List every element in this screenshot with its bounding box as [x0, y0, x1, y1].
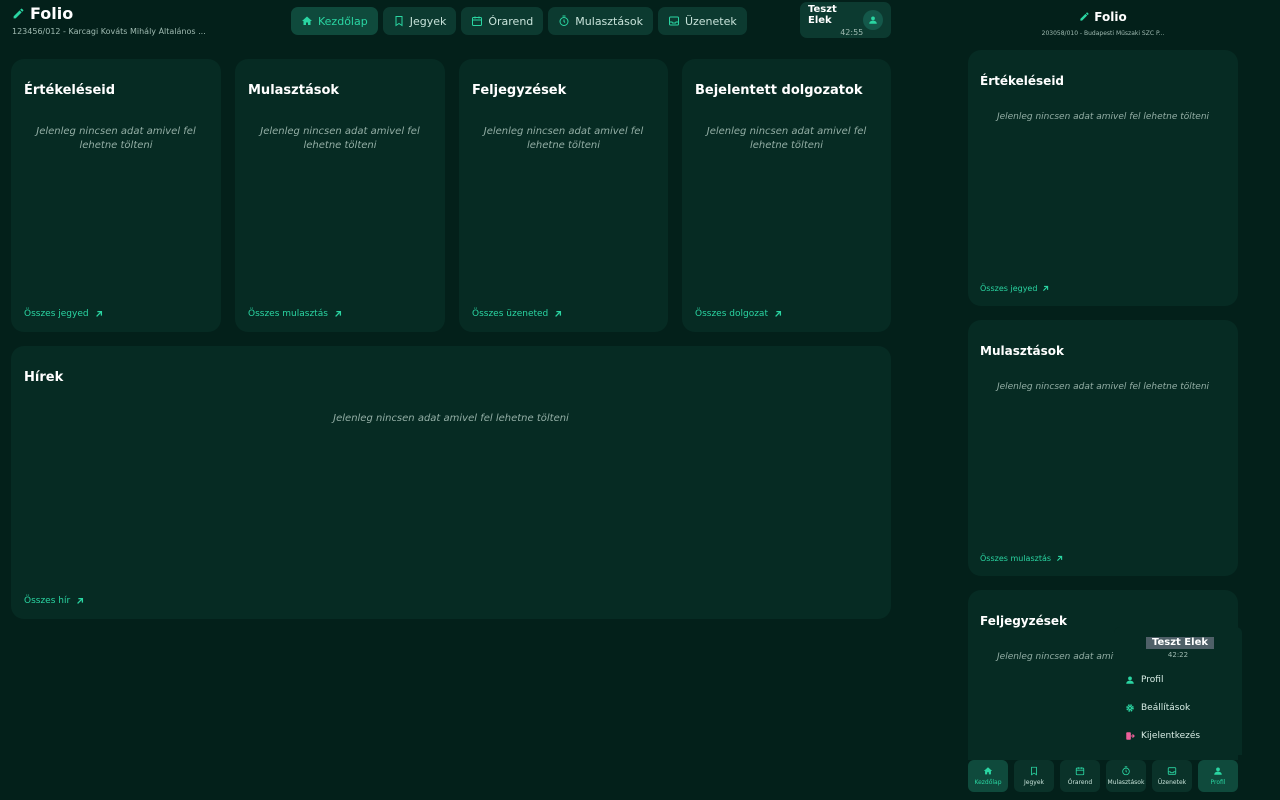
pencil-icon: [13, 8, 24, 19]
avatar: [863, 10, 883, 30]
mobile-nav-home[interactable]: Kezdőlap: [968, 760, 1008, 792]
card-title: Mulasztások: [980, 344, 1065, 358]
arrow-up-right-icon: [1057, 555, 1063, 561]
mobile-absences-card: Mulasztások Jelenleg nincsen adat amivel…: [968, 320, 1238, 576]
session-timer: 42:55: [840, 27, 864, 37]
notes-card: Feljegyzések Jelenleg nincsen adat amive…: [459, 59, 668, 332]
arrow-up-right-icon: [775, 310, 782, 317]
pencil-icon: [1080, 12, 1089, 21]
user-popover-menu: Teszt Elek 42:22 Profil Beállítások Kije…: [1114, 627, 1242, 755]
menu-item-profile[interactable]: Profil: [1125, 675, 1163, 685]
card-title: Mulasztások: [248, 83, 340, 98]
all-absences-link[interactable]: Összes mulasztás: [248, 309, 342, 319]
empty-state: Jelenleg nincsen adat amivel fel lehetne…: [996, 112, 1210, 122]
mobile-grades-card: Értékeléseid Jelenleg nincsen adat amive…: [968, 50, 1238, 306]
mobile-brand: Folio 203058/010 - Budapesti Műszaki SZC…: [968, 7, 1238, 38]
stopwatch-icon: [1122, 766, 1130, 776]
home-icon: [983, 767, 993, 775]
nav-absences[interactable]: Mulasztások: [548, 7, 653, 35]
news-card: Hírek Jelenleg nincsen adat amivel fel l…: [11, 346, 891, 619]
nav-grades[interactable]: Jegyek: [382, 7, 457, 35]
user-icon: [1126, 676, 1134, 684]
user-name: Teszt Elek: [808, 3, 837, 26]
mobile-bottom-nav: Kezdőlap Jegyek Órarend Mulasztások Üzen…: [968, 760, 1238, 792]
home-icon: [302, 16, 312, 25]
all-grades-link[interactable]: Összes jegyed: [24, 309, 103, 319]
mobile-all-absences-link[interactable]: Összes mulasztás: [980, 554, 1063, 563]
user-icon: [1214, 767, 1222, 775]
arrow-up-right-icon: [335, 310, 341, 317]
nav-timetable[interactable]: Órarend: [461, 7, 544, 35]
card-title: Értékeléseid: [24, 83, 116, 98]
arrow-up-right-icon: [95, 310, 102, 317]
absences-card: Mulasztások Jelenleg nincsen adat amivel…: [235, 59, 445, 332]
empty-state: Jelenleg nincsen adat amivel fel lehetne…: [260, 126, 420, 151]
app-title[interactable]: Folio: [12, 4, 222, 23]
school-line: 123456/012 - Karcagi Kováts Mihály Által…: [12, 27, 206, 36]
exams-card: Bejelentett dolgozatok Jelenleg nincsen …: [682, 59, 891, 332]
all-messages-link[interactable]: Összes üzeneted: [472, 309, 562, 319]
main-nav: Kezdőlap Jegyek Órarend Mulasztások Üzen…: [291, 7, 747, 35]
app-name: Folio: [30, 4, 74, 23]
mobile-nav-messages[interactable]: Üzenetek: [1152, 760, 1192, 792]
empty-state: Jelenleg nincsen adat amivel fel lehetne…: [333, 413, 569, 424]
inbox-icon: [668, 16, 679, 26]
mobile-nav-absences[interactable]: Mulasztások: [1106, 760, 1146, 792]
grades-card: Értékeléseid Jelenleg nincsen adat amive…: [11, 59, 221, 332]
empty-state: Jelenleg nincsen adat amivel fel lehetne…: [706, 126, 867, 151]
arrow-up-right-icon: [555, 310, 562, 317]
mobile-nav-timetable[interactable]: Órarend: [1060, 760, 1100, 792]
card-title: Bejelentett dolgozatok: [695, 83, 863, 98]
mobile-nav-grades[interactable]: Jegyek: [1014, 760, 1054, 792]
card-title: Értékeléseid: [980, 74, 1065, 88]
empty-state: Jelenleg nincsen adat amivel fel lehetne…: [483, 126, 644, 151]
user-menu-button[interactable]: Teszt Elek 42:55: [800, 2, 891, 38]
mobile-all-grades-link[interactable]: Összes jegyed: [980, 284, 1049, 293]
mobile-school-line: 203058/010 - Budapesti Műszaki SZC P...: [1041, 30, 1165, 37]
bookmark-icon: [395, 16, 403, 27]
bookmark-icon: [1031, 766, 1037, 776]
all-news-link[interactable]: Összes hír: [24, 596, 84, 606]
logout-icon: [1126, 732, 1135, 740]
popover-session-timer: 42:22: [1167, 651, 1189, 659]
nav-messages[interactable]: Üzenetek: [657, 7, 747, 35]
arrow-up-right-icon: [77, 597, 84, 604]
card-title: Feljegyzések: [980, 614, 1068, 628]
empty-state: Jelenleg nincsen adat amivel fel lehetne…: [996, 382, 1210, 392]
user-icon: [869, 16, 877, 24]
menu-item-logout[interactable]: Kijelentkezés: [1125, 731, 1200, 741]
card-title: Feljegyzések: [472, 83, 567, 98]
arrow-up-right-icon: [1043, 285, 1049, 291]
menu-item-settings[interactable]: Beállítások: [1125, 703, 1190, 713]
mobile-app-title[interactable]: Folio: [1079, 10, 1127, 24]
calendar-icon: [472, 16, 483, 26]
nav-home[interactable]: Kezdőlap: [291, 7, 378, 35]
mobile-nav-profile[interactable]: Profil: [1198, 760, 1238, 792]
brand: Folio 123456/012 - Karcagi Kováts Mihály…: [12, 4, 222, 36]
calendar-icon: [1075, 767, 1085, 776]
all-exams-link[interactable]: Összes dolgozat: [695, 309, 782, 319]
popover-user-name: Teszt Elek: [1146, 637, 1215, 649]
gear-icon: [1126, 704, 1134, 712]
card-title: Hírek: [24, 370, 64, 385]
inbox-icon: [1167, 767, 1177, 775]
stopwatch-icon: [559, 15, 569, 26]
empty-state: Jelenleg nincsen adat amivel fel lehetne…: [36, 126, 196, 151]
